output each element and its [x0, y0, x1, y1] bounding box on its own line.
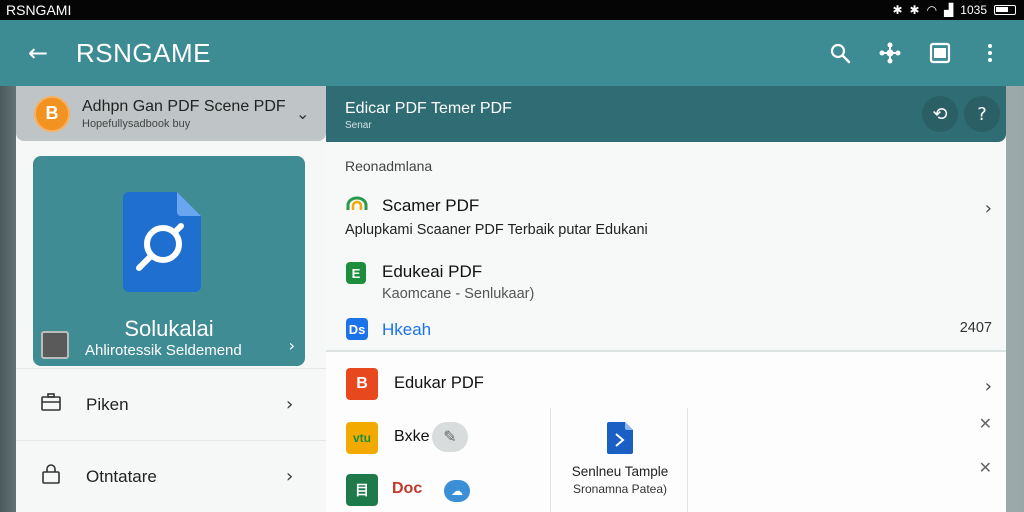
chevron-down-icon: ⌄	[296, 104, 310, 123]
menu-item-label: Piken	[86, 394, 129, 414]
item-title: Bxke	[394, 428, 430, 445]
back-arrow-icon[interactable]: ←	[0, 39, 76, 67]
refresh-icon[interactable]: ⟲	[922, 96, 958, 132]
lower-section: B Edukar PDF › vtu Bxke ✎ 目 Doc ☁ Senlne…	[326, 352, 1006, 512]
list-item-scanner[interactable]: Scamer PDF Aplupkami Scaaner PDF Terbaik…	[326, 190, 1006, 246]
search-icon[interactable]	[826, 39, 854, 67]
item-title: Hkeah	[382, 320, 432, 339]
menu-item-piken[interactable]: Piken ›	[16, 368, 326, 440]
cloud-icon: ☁	[444, 480, 470, 502]
menu-item-otntatare[interactable]: Otntatare ›	[16, 440, 326, 512]
section-label: Reonadmlana	[345, 158, 433, 174]
bluetooth-alt-icon: ✱	[909, 3, 920, 17]
template-title: Senlneu Tample	[571, 464, 669, 479]
chevron-right-icon: ›	[286, 466, 294, 487]
right-header-title: Edicar PDF Temer PDF	[345, 100, 512, 117]
account-name: Adhpn Gan PDF Scene PDF	[82, 97, 286, 115]
document-search-icon	[123, 192, 201, 292]
featured-title: Solukalai	[124, 316, 214, 341]
right-header: Edicar PDF Temer PDF Senar ⟲ ?	[326, 86, 1006, 142]
app-bar: ← RSNGAME	[0, 20, 1024, 86]
left-panel: B Adhpn Gan PDF Scene PDF Hopefullysadbo…	[16, 86, 326, 512]
share-icon[interactable]	[876, 39, 904, 67]
item-subtitle: Aplupkami Scaaner PDF Terbaik putar Eduk…	[345, 222, 648, 238]
close-icon[interactable]: ✕	[979, 458, 992, 477]
docs-file-icon	[607, 422, 633, 454]
right-header-subtitle: Senar	[345, 120, 372, 131]
item-subtitle: Kaomcane - Senlukaar)	[382, 286, 535, 302]
status-icons: ✱ ✱ ◠ ▟ 1035	[892, 3, 1016, 17]
right-panel: Edicar PDF Temer PDF Senar ⟲ ? Reonadmla…	[326, 86, 1006, 512]
account-subtitle: Hopefullysadbook buy	[82, 117, 191, 130]
sheets-app-icon: 目	[346, 474, 378, 506]
window-icon[interactable]	[926, 39, 954, 67]
edit-icon[interactable]: ✎	[432, 422, 468, 452]
account-avatar: B	[34, 95, 70, 132]
list-item-edukeai[interactable]: E Edukeai PDF Kaomcane - Senlukaar)	[326, 258, 1006, 308]
account-text: Adhpn Gan PDF Scene PDF Hopefullysadbook…	[82, 98, 296, 130]
chevron-right-icon: ›	[286, 394, 294, 415]
briefcase-icon	[16, 393, 86, 416]
item-title: Scamer PDF	[382, 196, 480, 215]
signal-icon: ▟	[944, 3, 954, 17]
chevron-right-icon: ›	[984, 198, 992, 219]
item-title: Edukar PDF	[394, 374, 484, 392]
carrier-label: RSNGAMI	[6, 2, 72, 18]
sheets-app-icon: E	[346, 262, 366, 284]
account-selector[interactable]: B Adhpn Gan PDF Scene PDF Hopefullysadbo…	[16, 86, 326, 141]
item-value: 2407	[959, 320, 992, 336]
clock: 1035	[960, 3, 987, 17]
item-title: Doc	[392, 480, 423, 497]
list-item-edukar[interactable]: B Edukar PDF ›	[326, 368, 1006, 408]
featured-subtitle: Ahlirotessik Seldemend	[85, 342, 242, 359]
docs-app-icon: Ds	[346, 318, 368, 340]
list-item-hkeah[interactable]: Ds Hkeah 2407	[326, 316, 1006, 344]
template-card[interactable]: Senlneu Tample Sronamna Patea)	[550, 408, 688, 512]
more-options-icon[interactable]	[976, 39, 1004, 67]
featured-card[interactable]: Solukalai Ahlirotessik Seldemend ›	[33, 156, 305, 366]
chevron-right-icon: ›	[984, 376, 992, 397]
app-bar-actions	[826, 39, 1024, 67]
battery-icon	[994, 5, 1016, 15]
help-icon[interactable]: ?	[964, 96, 1000, 132]
item-title: Edukeai PDF	[382, 262, 483, 281]
lock-icon	[16, 464, 86, 489]
scanner-app-icon	[346, 196, 368, 210]
status-bar: RSNGAMI ✱ ✱ ◠ ▟ 1035	[0, 0, 1024, 20]
chevron-right-icon: ›	[288, 336, 295, 355]
pdf-app-icon: B	[346, 368, 378, 400]
app-icon: vtu	[346, 422, 378, 454]
app-title: RSNGAME	[76, 37, 211, 68]
bluetooth-icon: ✱	[892, 3, 903, 17]
template-subtitle: Sronamna Patea)	[572, 482, 668, 496]
close-icon[interactable]: ✕	[979, 414, 992, 433]
menu-item-label: Otntatare	[86, 466, 157, 486]
wifi-icon: ◠	[926, 3, 938, 17]
